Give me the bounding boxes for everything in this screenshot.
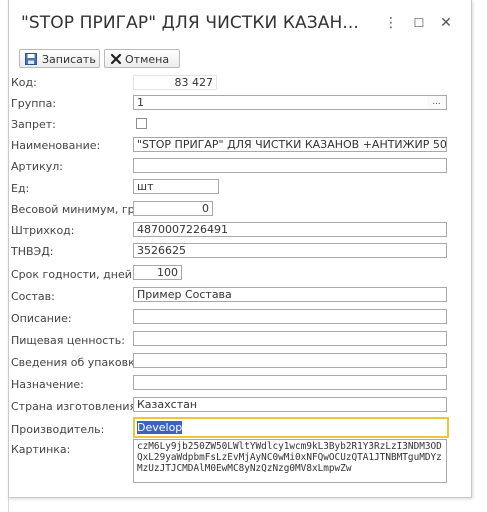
purpose-field[interactable] — [133, 375, 447, 390]
article-label: Артикул: — [11, 160, 63, 173]
select-button[interactable]: ... — [427, 95, 447, 110]
country-label: Страна изготовления: — [11, 400, 140, 413]
maximize-icon[interactable]: ☐ — [410, 14, 428, 32]
code-label: Код: — [11, 76, 37, 89]
barcode-label: Штрихкод: — [11, 224, 75, 237]
cancel-button[interactable]: Отмена — [104, 49, 180, 68]
picture-label: Картинка: — [11, 443, 71, 456]
barcode-field[interactable]: 4870007226491 — [133, 222, 447, 237]
shelf-life-label: Срок годности, дней: — [11, 268, 136, 281]
cancel-label: Отмена — [125, 53, 170, 66]
save-button[interactable]: Записать — [19, 49, 100, 68]
group-label: Группа: — [11, 97, 57, 110]
weight-min-field[interactable]: 0 — [133, 201, 213, 216]
save-label: Записать — [42, 53, 96, 66]
composition-label: Состав: — [11, 290, 55, 303]
tnved-label: ТНВЭД: — [11, 245, 54, 258]
code-field: 83 427 — [133, 75, 217, 90]
ban-label: Запрет: — [11, 118, 56, 131]
nutrition-label: Пищевая ценность: — [11, 334, 125, 347]
more-menu-icon[interactable]: ⋮ — [382, 14, 400, 32]
cross-icon — [110, 53, 122, 65]
save-icon — [25, 53, 37, 65]
close-icon[interactable]: ✕ — [437, 14, 455, 32]
packaging-label: Сведения об упаковке: — [11, 356, 146, 369]
window-title: "STOP ПРИГАР" ДЛЯ ЧИСТКИ КАЗАН... — [21, 13, 359, 33]
packaging-field[interactable] — [133, 353, 447, 368]
title-bar: "STOP ПРИГАР" ДЛЯ ЧИСТКИ КАЗАН... ⋮ ☐ ✕ — [9, 0, 471, 46]
tnved-field[interactable]: 3526625 — [133, 243, 447, 258]
ban-checkbox[interactable] — [136, 118, 147, 129]
country-field[interactable]: Казахстан — [133, 397, 447, 412]
group-field[interactable]: 1 — [133, 95, 428, 110]
description-label: Описание: — [11, 312, 72, 325]
nutrition-field[interactable] — [133, 331, 447, 346]
picture-field[interactable]: czM6Ly9jb250ZW50LWltYWdlcy1wcm9kL3Byb2R1… — [133, 439, 447, 483]
name-label: Наименование: — [11, 139, 101, 152]
manufacturer-label: Производитель: — [11, 423, 105, 436]
selected-text: Develop — [137, 421, 183, 434]
composition-field[interactable]: Пример Состава — [133, 287, 447, 302]
name-field[interactable]: "STOP ПРИГАР" ДЛЯ ЧИСТКИ КАЗАНОВ +АНТИЖИ… — [133, 137, 447, 152]
description-field[interactable] — [133, 309, 447, 324]
article-field[interactable] — [133, 158, 447, 173]
weight-min-label: Весовой минимум, гр: — [11, 203, 139, 216]
shelf-life-field[interactable]: 100 — [133, 265, 182, 280]
unit-field[interactable]: шт — [133, 179, 219, 194]
manufacturer-field[interactable]: Develop — [133, 417, 449, 438]
purpose-label: Назначение: — [11, 378, 84, 391]
unit-label: Ед: — [11, 182, 30, 195]
